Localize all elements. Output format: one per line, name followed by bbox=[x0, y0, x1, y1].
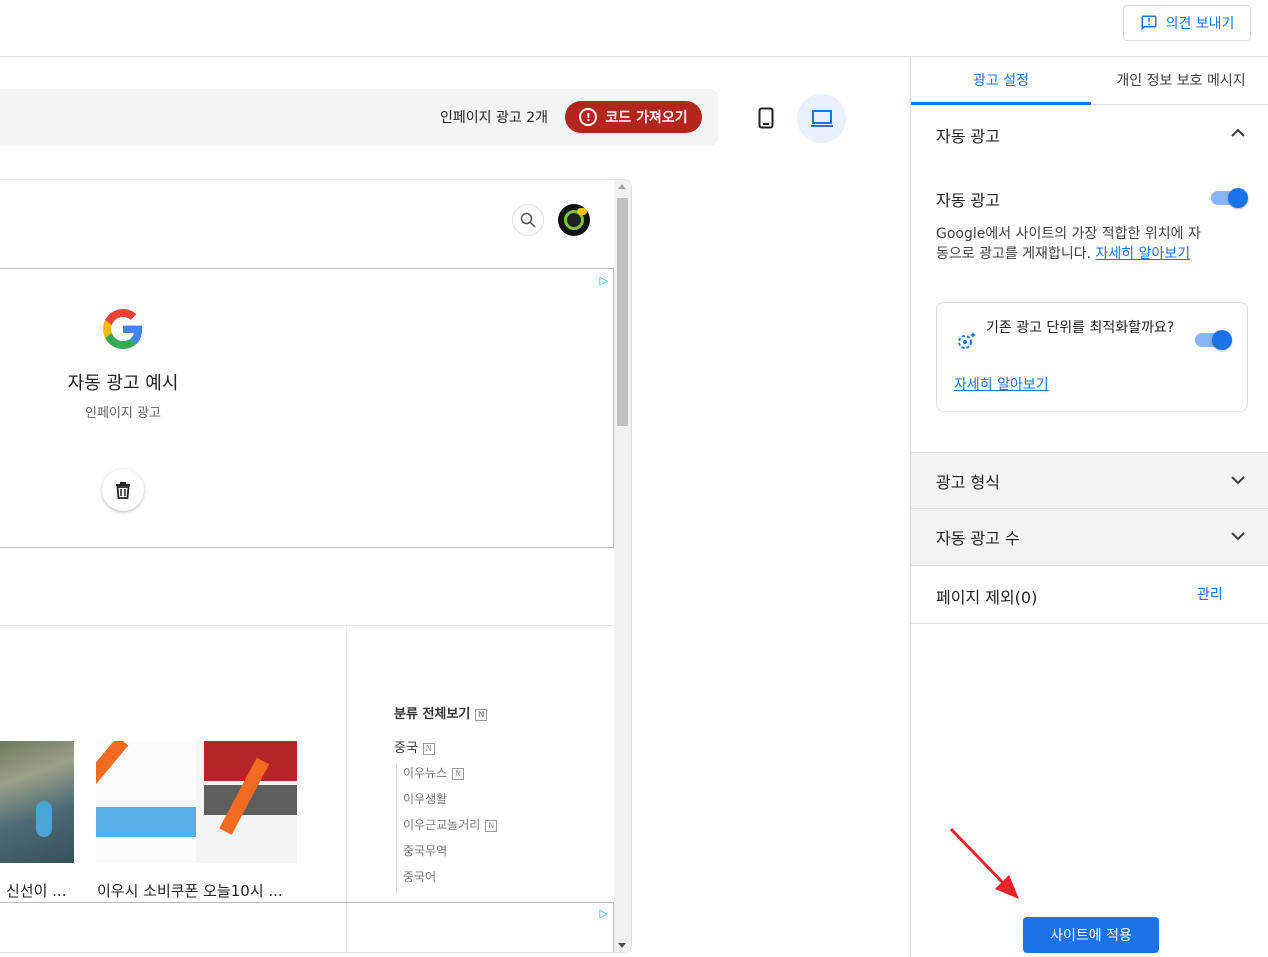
category-china[interactable]: 중국 N bbox=[394, 737, 435, 756]
new-badge: N bbox=[422, 742, 435, 755]
get-code-button[interactable]: ! 코드 가져오기 bbox=[565, 101, 702, 133]
post-thumbnail[interactable] bbox=[0, 741, 74, 863]
auto-ads-toggle-label: 자동 광고 bbox=[936, 191, 1000, 210]
apply-to-site-button[interactable]: 사이트에 적용 bbox=[1023, 917, 1159, 953]
content-divider bbox=[0, 625, 614, 626]
settings-panel: 광고 설정 개인 정보 보호 메시지 자동 광고 자동 광고 Google에서 … bbox=[910, 57, 1268, 957]
feedback-icon bbox=[1141, 15, 1157, 31]
chevron-down-icon bbox=[1231, 532, 1245, 541]
ad-load-section-header[interactable]: 자동 광고 수 bbox=[911, 509, 1268, 566]
auto-ads-toggle[interactable] bbox=[1211, 188, 1248, 208]
feedback-label: 의견 보내기 bbox=[1165, 16, 1235, 32]
ad-count-text: 인페이지 광고 2개 bbox=[440, 110, 548, 126]
manage-exclusions-button[interactable]: 관리 bbox=[1197, 584, 1223, 604]
category-list: 이우뉴스 N 이우생활 이우근교놀거리 N 중국무역 중국어 bbox=[396, 764, 498, 894]
ad-example-subtitle: 인페이지 광고 bbox=[85, 406, 161, 421]
optimize-learn-more-link[interactable]: 자세히 알아보기 bbox=[954, 374, 1049, 394]
chevron-up-icon bbox=[1231, 128, 1245, 137]
category-item[interactable]: 이우생활 bbox=[403, 790, 497, 816]
mobile-view-button[interactable] bbox=[752, 102, 780, 134]
post-thumbnail[interactable] bbox=[96, 741, 297, 863]
chevron-down-icon bbox=[1231, 476, 1245, 485]
ad-formats-section-header[interactable]: 광고 형식 bbox=[911, 452, 1268, 509]
new-badge: N bbox=[452, 767, 465, 780]
site-header bbox=[0, 180, 614, 269]
tab-privacy-messages[interactable]: 개인 정보 보호 메시지 bbox=[1091, 57, 1268, 105]
get-code-label: 코드 가져오기 bbox=[605, 110, 688, 126]
site-preview-frame: ▷ 자동 광고 예시 인페이지 광고 신선이 ... 이우시 소비쿠폰 오늘10… bbox=[0, 179, 632, 953]
remove-ad-button[interactable] bbox=[102, 469, 144, 511]
learn-more-link[interactable]: 자세히 알아보기 bbox=[1095, 246, 1190, 262]
new-badge: N bbox=[485, 819, 498, 832]
category-item[interactable]: 이우뉴스 N bbox=[403, 764, 497, 790]
desktop-view-button[interactable] bbox=[797, 94, 846, 143]
alert-icon: ! bbox=[579, 108, 598, 126]
new-badge: N bbox=[475, 708, 488, 721]
optimize-ad-units-card: 기존 광고 단위를 최적화할까요? 자세히 알아보기 bbox=[936, 302, 1248, 412]
adchoices-icon[interactable]: ▷ bbox=[600, 274, 608, 287]
preview-toolbar: 인페이지 광고 2개 ! 코드 가져오기 bbox=[0, 89, 718, 146]
category-all-link[interactable]: 분류 전체보기 N bbox=[394, 703, 488, 722]
send-feedback-button[interactable]: 의견 보내기 bbox=[1123, 5, 1251, 41]
trash-icon bbox=[116, 482, 130, 499]
auto-ads-description: Google에서 사이트의 가장 적합한 위치에 자동으로 광고를 게재합니다.… bbox=[936, 226, 1201, 262]
search-icon bbox=[520, 212, 536, 228]
post-caption[interactable]: 이우시 소비쿠폰 오늘10시 ... bbox=[97, 880, 283, 901]
section-divider bbox=[911, 623, 1268, 624]
post-caption[interactable]: 신선이 ... bbox=[6, 880, 66, 901]
optimize-text: 기존 광고 단위를 최적화할까요? bbox=[986, 320, 1175, 336]
category-item[interactable]: 중국어 bbox=[403, 868, 497, 894]
sparkle-settings-icon bbox=[958, 332, 976, 349]
adchoices-icon[interactable]: ▷ bbox=[600, 907, 608, 920]
optimize-toggle[interactable] bbox=[1195, 330, 1232, 350]
category-item[interactable]: 이우근교놀거리 N bbox=[403, 816, 498, 842]
site-search-button[interactable] bbox=[512, 204, 544, 236]
inpage-ad-example: ▷ 자동 광고 예시 인페이지 광고 bbox=[0, 269, 614, 548]
inpage-ad-slot: ▷ bbox=[0, 902, 614, 952]
ad-example-title: 자동 광고 예시 bbox=[67, 373, 179, 394]
tab-ad-settings[interactable]: 광고 설정 bbox=[911, 57, 1091, 105]
auto-ads-section-header[interactable]: 자동 광고 bbox=[911, 106, 1268, 163]
phone-icon bbox=[758, 107, 774, 129]
page-exclusions-label: 페이지 제외(0) bbox=[936, 588, 1038, 607]
preview-scrollbar[interactable] bbox=[614, 180, 631, 952]
panel-tabs: 광고 설정 개인 정보 보호 메시지 bbox=[911, 57, 1268, 105]
top-bar: 의견 보내기 bbox=[0, 0, 1268, 57]
laptop-icon bbox=[810, 109, 833, 127]
category-item[interactable]: 중국무역 bbox=[403, 842, 497, 868]
red-pointer-arrow-icon bbox=[949, 827, 1019, 899]
google-logo-icon bbox=[103, 309, 143, 349]
site-avatar[interactable] bbox=[558, 204, 590, 236]
